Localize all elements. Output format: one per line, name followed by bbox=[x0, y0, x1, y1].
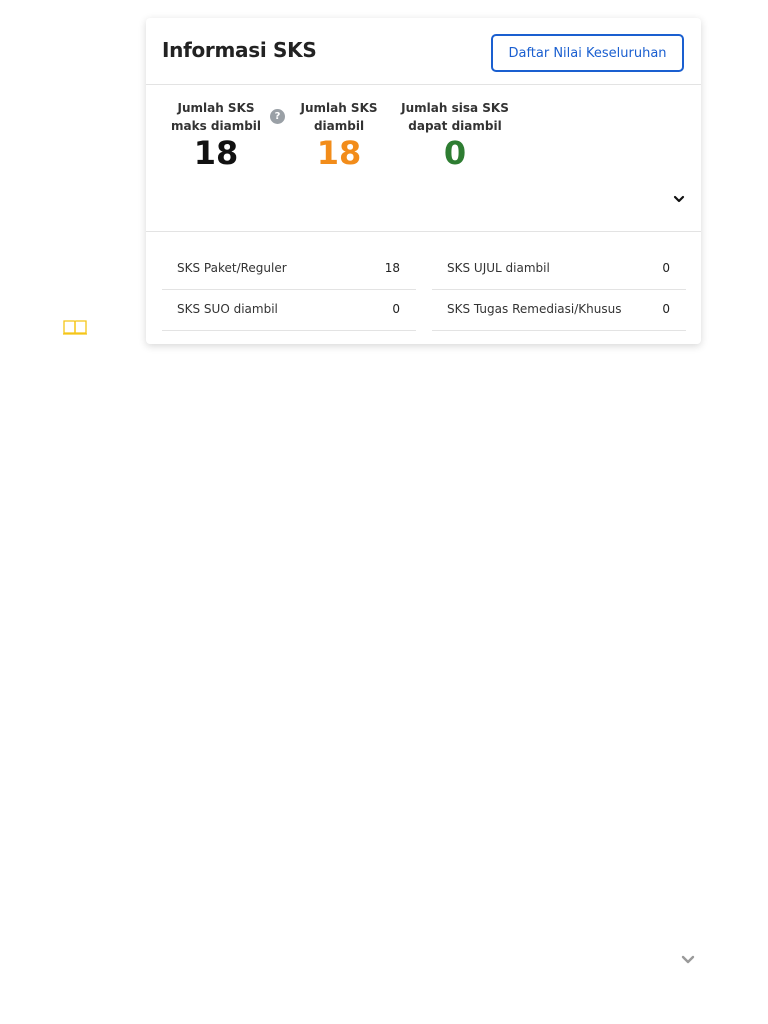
divider bbox=[146, 231, 701, 232]
detail-row: SKS UJUL diambil 0 bbox=[432, 249, 686, 290]
detail-value: 0 bbox=[392, 302, 400, 316]
detail-row: SKS Tugas Remediasi/Khusus 0 bbox=[432, 290, 686, 331]
details-right-column: SKS UJUL diambil 0 SKS Tugas Remediasi/K… bbox=[432, 249, 686, 331]
detail-label: SKS UJUL diambil bbox=[447, 261, 550, 275]
detail-label: SKS SUO diambil bbox=[177, 302, 278, 316]
detail-row: SKS Paket/Reguler 18 bbox=[162, 249, 416, 290]
sks-summary: Jumlah SKS maks diambil 18 ? Jumlah SKS … bbox=[146, 85, 701, 231]
detail-label: SKS Tugas Remediasi/Khusus bbox=[447, 302, 622, 316]
stat-max-sks: Jumlah SKS maks diambil 18 bbox=[168, 99, 264, 171]
stat-label: Jumlah sisa SKS dapat diambil bbox=[401, 101, 509, 133]
detail-label: SKS Paket/Reguler bbox=[177, 261, 287, 275]
stat-value: 0 bbox=[443, 134, 467, 172]
stat-taken-sks: Jumlah SKS diambil 18 bbox=[292, 99, 386, 171]
scroll-down-icon[interactable] bbox=[681, 950, 695, 964]
stat-value: 18 bbox=[316, 134, 362, 172]
card-header: Informasi SKS Daftar Nilai Keseluruhan bbox=[146, 18, 701, 85]
detail-row: SKS SUO diambil 0 bbox=[162, 290, 416, 331]
card-title: Informasi SKS bbox=[162, 38, 317, 62]
stat-value: 18 bbox=[193, 134, 239, 172]
all-grades-button[interactable]: Daftar Nilai Keseluruhan bbox=[491, 34, 684, 72]
detail-value: 18 bbox=[384, 261, 400, 275]
detail-value: 0 bbox=[662, 302, 670, 316]
help-icon[interactable]: ? bbox=[270, 109, 285, 124]
detail-value: 0 bbox=[662, 261, 670, 275]
sks-info-card: Informasi SKS Daftar Nilai Keseluruhan J… bbox=[146, 18, 701, 344]
details-left-column: SKS Paket/Reguler 18 SKS SUO diambil 0 bbox=[162, 249, 416, 331]
stat-remaining-sks: Jumlah sisa SKS dapat diambil 0 bbox=[398, 99, 512, 171]
chevron-down-icon[interactable] bbox=[672, 189, 686, 203]
stat-label: Jumlah SKS maks diambil bbox=[170, 101, 262, 133]
stat-label: Jumlah SKS diambil bbox=[300, 101, 378, 133]
book-icon[interactable] bbox=[62, 318, 88, 336]
